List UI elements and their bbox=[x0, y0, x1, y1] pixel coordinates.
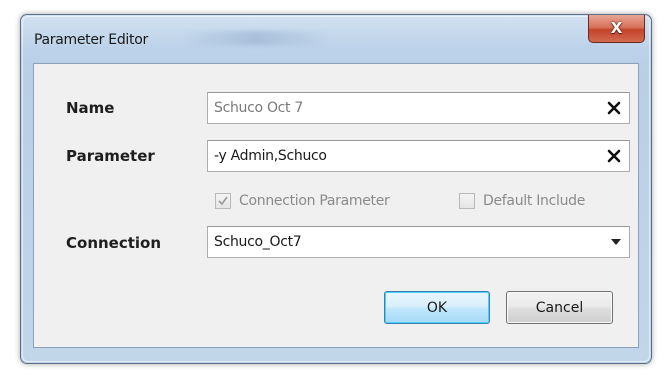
checkmark-icon bbox=[218, 196, 228, 206]
close-icon: X bbox=[610, 19, 623, 37]
dialog-client-area: Name Schuco Oct 7 Parameter -y Admin,Sch… bbox=[33, 63, 639, 348]
cancel-button[interactable]: Cancel bbox=[506, 291, 613, 324]
connection-parameter-checkbox[interactable]: Connection Parameter bbox=[215, 190, 390, 212]
chevron-down-icon[interactable] bbox=[611, 239, 621, 246]
title-bar[interactable]: Parameter Editor X bbox=[21, 15, 651, 61]
ok-button[interactable]: OK bbox=[384, 291, 490, 324]
connection-selected-value: Schuco_Oct7 bbox=[214, 234, 302, 250]
x-icon[interactable] bbox=[605, 147, 623, 165]
name-field[interactable]: Schuco Oct 7 bbox=[207, 92, 630, 124]
close-button[interactable]: X bbox=[588, 15, 645, 43]
parameter-editor-dialog: Parameter Editor X Name Schuco Oct 7 Par… bbox=[20, 14, 652, 364]
parameter-field-value: -y Admin,Schuco bbox=[214, 148, 327, 164]
default-include-box[interactable] bbox=[459, 193, 475, 209]
connection-select[interactable]: Schuco_Oct7 bbox=[207, 226, 630, 258]
connection-label: Connection bbox=[66, 234, 162, 252]
title-blur-artifact bbox=[181, 31, 331, 45]
connection-parameter-box[interactable] bbox=[215, 193, 231, 209]
options-row: Connection Parameter Default Include bbox=[34, 190, 638, 212]
window-title: Parameter Editor bbox=[34, 32, 148, 48]
connection-parameter-label: Connection Parameter bbox=[239, 193, 390, 209]
x-icon[interactable] bbox=[605, 99, 623, 117]
parameter-field[interactable]: -y Admin,Schuco bbox=[207, 140, 630, 172]
default-include-label: Default Include bbox=[483, 193, 586, 209]
desktop-background: Parameter Editor X Name Schuco Oct 7 Par… bbox=[0, 0, 672, 375]
parameter-label: Parameter bbox=[66, 147, 155, 165]
name-field-value: Schuco Oct 7 bbox=[214, 100, 304, 116]
name-label: Name bbox=[66, 99, 115, 117]
default-include-checkbox[interactable]: Default Include bbox=[459, 190, 585, 212]
